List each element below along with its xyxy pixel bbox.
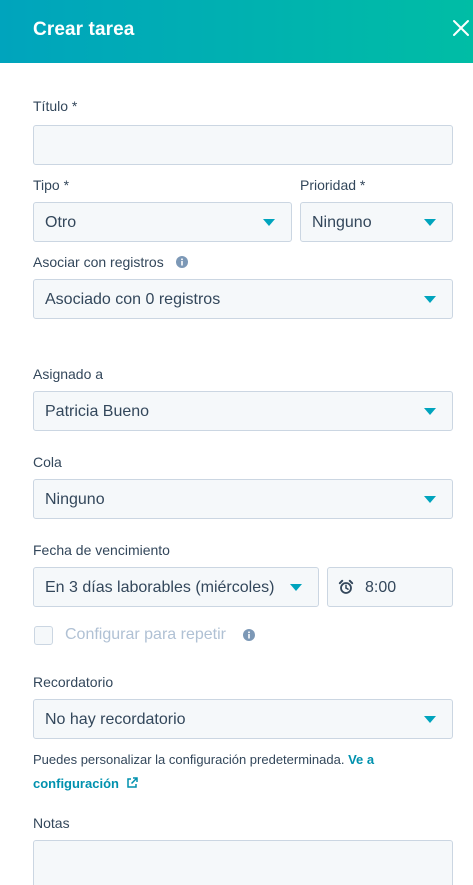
alarm-clock-icon <box>338 579 354 594</box>
type-select-value: Otro <box>45 214 77 231</box>
queue-select-value: Ninguno <box>45 491 105 508</box>
due-time-input[interactable]: 8:00 <box>327 567 453 607</box>
repeat-label: Configurar para repetir <box>65 626 226 643</box>
associate-select-value: Asociado con 0 registros <box>45 291 221 308</box>
associate-label: Asociar con registros <box>33 254 164 270</box>
reminder-label: Recordatorio <box>33 674 114 690</box>
notes-label: Notas <box>33 815 70 831</box>
caret-down-icon <box>263 219 275 226</box>
associate-select[interactable]: Asociado con 0 registros <box>33 279 453 319</box>
info-icon[interactable] <box>243 629 255 641</box>
priority-select[interactable]: Ninguno <box>300 202 453 242</box>
priority-select-value: Ninguno <box>312 214 372 231</box>
reminder-select[interactable]: No hay recordatorio <box>33 699 453 739</box>
panel-title: Crear tarea <box>33 19 135 40</box>
due-time-value: 8:00 <box>365 579 397 596</box>
reminder-help-text: Puedes personalizar la configuración pre… <box>33 748 453 796</box>
panel-header: Crear tarea <box>0 0 473 63</box>
assigned-select[interactable]: Patricia Bueno <box>33 391 453 431</box>
assigned-label: Asignado a <box>33 366 104 382</box>
assigned-select-value: Patricia Bueno <box>45 403 150 420</box>
due-date-label: Fecha de vencimiento <box>33 542 170 558</box>
priority-label: Prioridad * <box>300 177 366 193</box>
help-text: Puedes personalizar la configuración pre… <box>33 752 345 767</box>
info-icon[interactable] <box>176 256 188 268</box>
notes-textarea[interactable] <box>33 840 453 885</box>
close-icon[interactable] <box>448 16 473 42</box>
caret-down-icon <box>424 296 436 303</box>
caret-down-icon <box>424 496 436 503</box>
title-input[interactable] <box>33 125 453 165</box>
title-label: Título * <box>33 98 78 114</box>
queue-select[interactable]: Ninguno <box>33 479 453 519</box>
due-date-select[interactable]: En 3 días laborables (miércoles) <box>33 567 319 607</box>
reminder-select-value: No hay recordatorio <box>45 711 186 728</box>
caret-down-icon <box>424 408 436 415</box>
caret-down-icon <box>424 716 436 723</box>
due-date-select-value: En 3 días laborables (miércoles) <box>45 579 275 596</box>
queue-label: Cola <box>33 454 62 470</box>
external-link-icon <box>126 777 138 788</box>
caret-down-icon <box>290 584 302 591</box>
repeat-checkbox[interactable] <box>34 626 53 645</box>
caret-down-icon <box>424 219 436 226</box>
type-label: Tipo * <box>33 177 70 193</box>
type-select[interactable]: Otro <box>33 202 292 242</box>
